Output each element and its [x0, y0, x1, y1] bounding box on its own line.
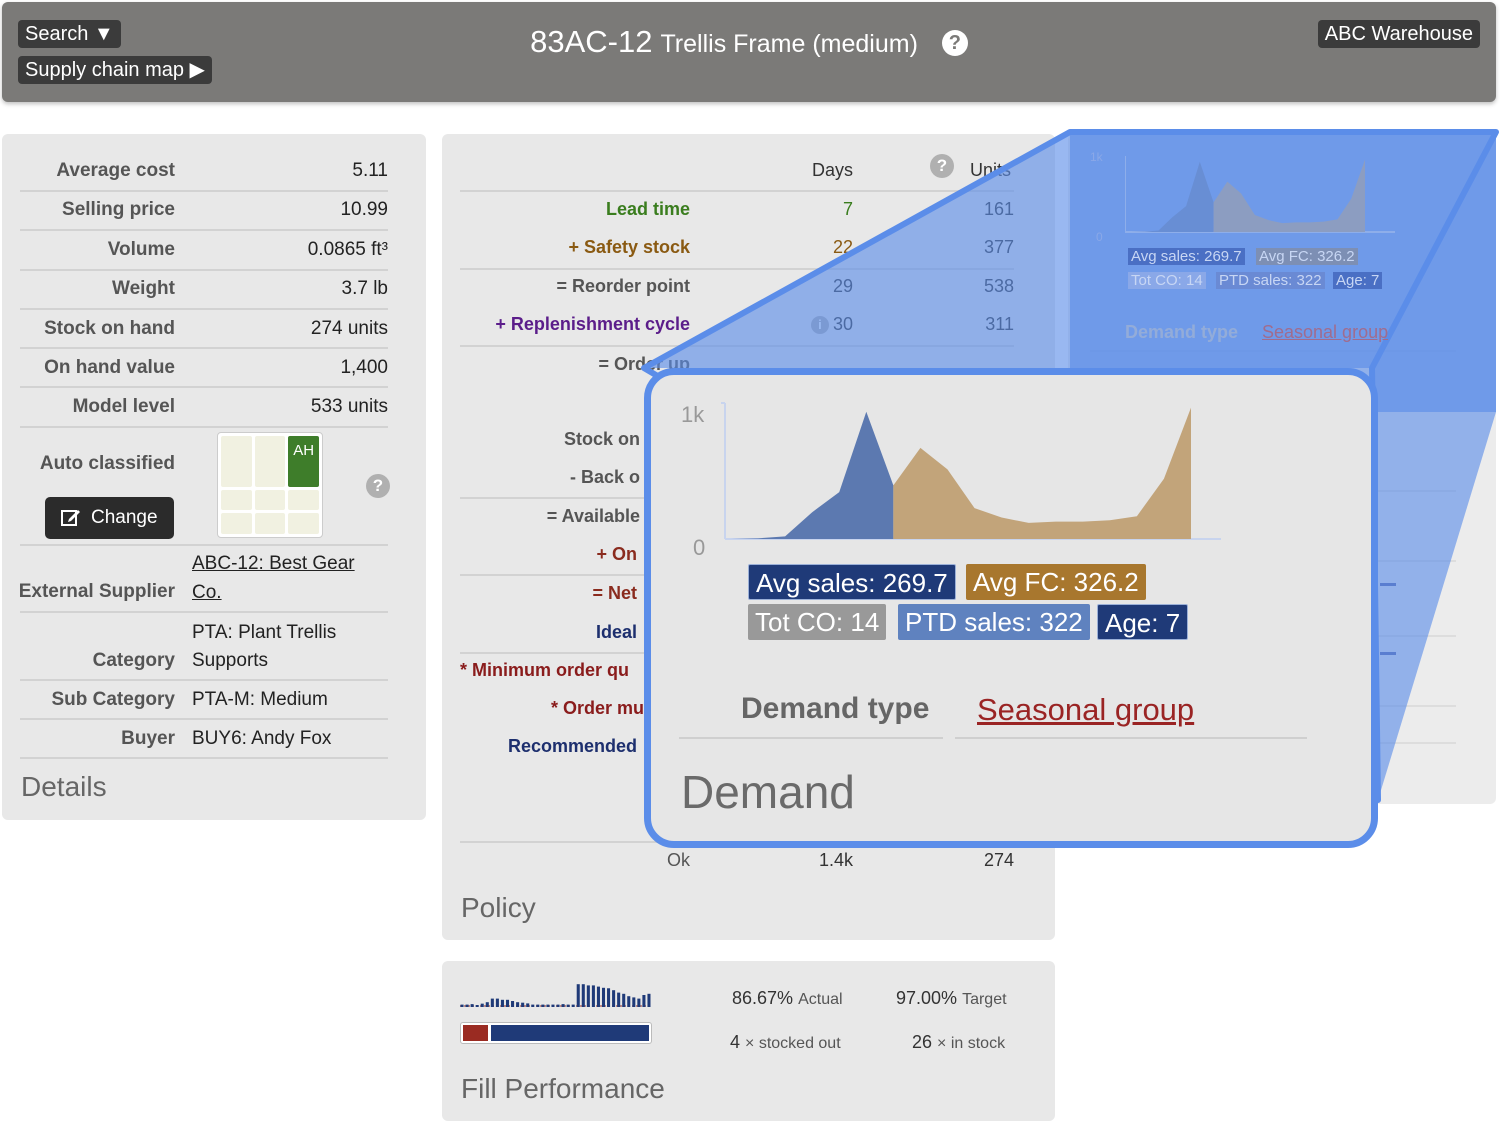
avg-fc-badge: Avg FC: 326.2 [966, 564, 1146, 600]
avg-sales-badge: Avg sales: 269.7 [748, 564, 956, 600]
mini-tot-co: Tot CO: 14 [1128, 272, 1206, 289]
tot-co-badge: Tot CO: 14 [748, 604, 887, 640]
forecast-area [893, 407, 1191, 539]
mini-demand-chart [1125, 156, 1395, 233]
demand-type-link[interactable]: Seasonal group [977, 692, 1194, 728]
forecast-area [1213, 159, 1365, 232]
demand-magnifier: 1k 0 Avg sales: 269.7 Avg FC: 326.2 Tot … [644, 368, 1378, 848]
y-axis-top-label: 1k [681, 402, 705, 427]
ptd-sales-badge: PTD sales: 322 [898, 604, 1090, 640]
demand-chart [721, 402, 1221, 540]
mini-demand-type-label: Demand type [1125, 322, 1239, 342]
mini-avg-sales: Avg sales: 269.7 [1128, 248, 1245, 265]
mini-ptd-sales: PTD sales: 322 [1216, 272, 1325, 289]
mini-demand-type-link[interactable]: Seasonal group [1262, 322, 1388, 343]
age-badge: Age: 7 [1097, 604, 1189, 640]
divider [679, 737, 943, 739]
demand-title: Demand [681, 766, 855, 818]
mini-y-bottom: 0 [1096, 230, 1103, 244]
divider [955, 737, 1307, 739]
history-area [1131, 161, 1214, 232]
mini-y-top: 1k [1090, 150, 1103, 164]
demand-type-label: Demand type [741, 692, 930, 725]
mini-age: Age: 7 [1333, 272, 1383, 289]
mini-avg-fc: Avg FC: 326.2 [1256, 248, 1358, 265]
y-axis-zero-label: 0 [693, 535, 706, 560]
history-area [731, 411, 894, 539]
